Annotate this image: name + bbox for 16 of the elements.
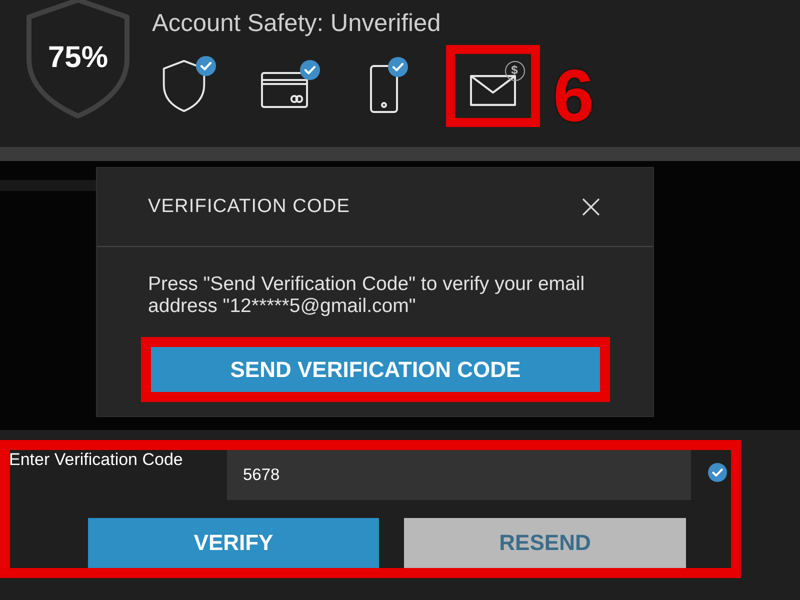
code-input-field[interactable]: 5678 [227, 450, 691, 500]
step-number: 6 [553, 59, 594, 133]
close-icon[interactable] [582, 198, 600, 216]
safety-status-title: Account Safety: Unverified [152, 10, 442, 38]
shield-icon[interactable] [160, 59, 208, 113]
dollar-sign-badge: $ [504, 60, 524, 80]
credit-card-icon[interactable] [260, 72, 308, 108]
resend-button[interactable]: RESEND [404, 518, 686, 568]
verify-button[interactable]: VERIFY [88, 518, 379, 568]
dialog-message: Press "Send Verification Code" to verify your email address "12*****5@gmail.com" [148, 273, 586, 317]
dialog-title: VERIFICATION CODE [148, 196, 350, 218]
smartphone-icon[interactable] [370, 65, 398, 113]
code-field-label: Enter Verification Code [9, 450, 184, 470]
envelope-icon[interactable] [470, 74, 516, 106]
safety-score: 75% [46, 42, 110, 74]
send-code-button[interactable]: SEND VERIFICATION CODE [151, 347, 600, 392]
